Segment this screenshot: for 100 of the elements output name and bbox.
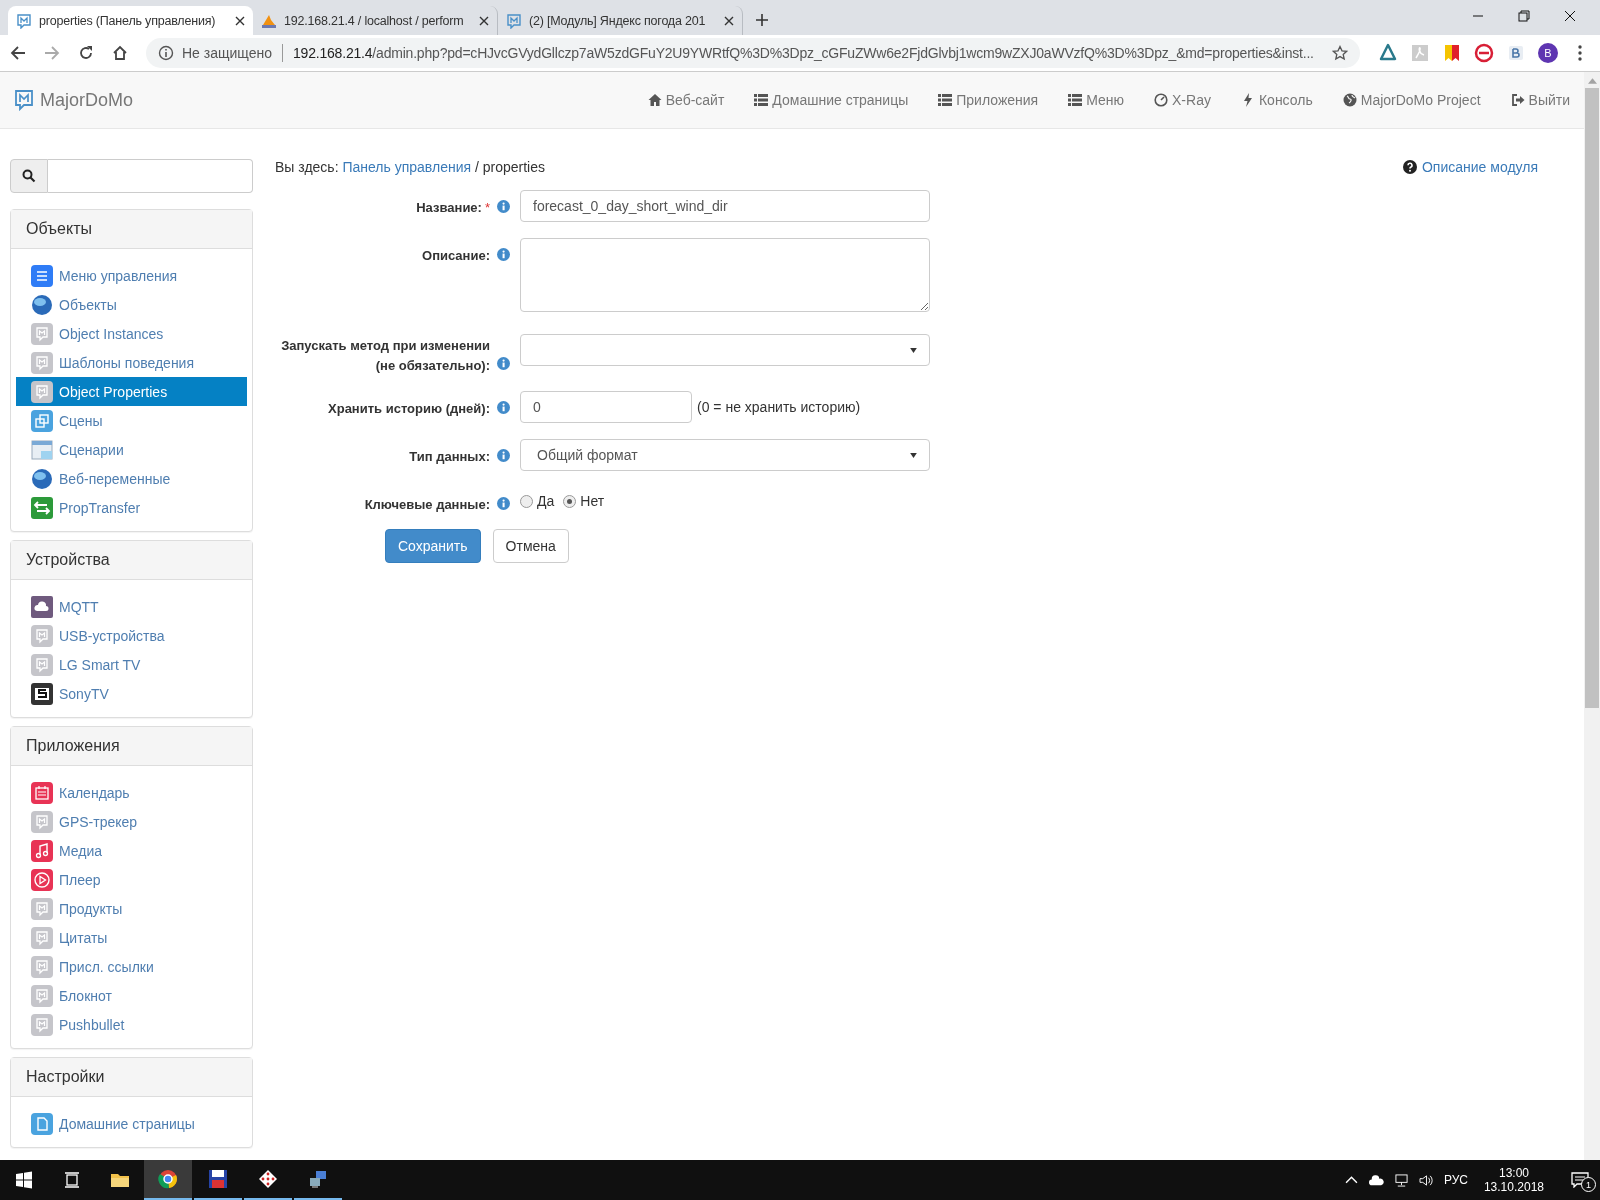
cloud-icon (31, 595, 53, 618)
breadcrumb-link[interactable]: Панель управления (342, 159, 472, 175)
info-icon[interactable] (497, 496, 510, 510)
sidebar-item[interactable]: Pushbullet (16, 1010, 247, 1039)
dropdown[interactable]: Общий формат (520, 439, 930, 471)
browser-tab[interactable]: properties (Панель управления) (8, 6, 253, 35)
sidebar-item[interactable]: GPS-трекер (16, 807, 247, 836)
browser-icon[interactable] (158, 1169, 178, 1189)
module-icon (31, 984, 53, 1007)
radio-button[interactable] (563, 494, 577, 508)
vk-icon[interactable] (1506, 43, 1526, 63)
nav-link[interactable]: Веб-сайт (647, 92, 725, 108)
arrows-icon (31, 496, 53, 519)
info-icon[interactable] (497, 448, 510, 462)
description-field[interactable] (520, 238, 930, 312)
nav-link[interactable]: Приложения (938, 92, 1039, 108)
extension-icon[interactable] (1378, 43, 1398, 63)
info-icon[interactable] (497, 357, 510, 370)
sidebar-item[interactable]: MQTT (16, 592, 247, 621)
close-icon[interactable] (1564, 10, 1576, 22)
history-days-field[interactable]: 0 (520, 391, 692, 423)
task-view-icon[interactable] (62, 1170, 82, 1190)
scrollbar-thumb[interactable] (1585, 88, 1599, 708)
restore-icon[interactable] (1518, 10, 1530, 22)
sidebar-item[interactable]: Присл. ссылки (16, 952, 247, 981)
cloud-icon[interactable] (1368, 1173, 1384, 1187)
clock-date[interactable]: 13.10.2018 (1483, 1180, 1544, 1194)
dice-icon[interactable] (258, 1169, 278, 1189)
sidebar-item[interactable]: Веб-переменные (16, 464, 247, 493)
close-icon[interactable] (235, 15, 245, 26)
nav-link[interactable]: X-Ray (1154, 92, 1211, 108)
cancel-button[interactable]: Отмена (492, 528, 569, 563)
save-button[interactable]: Сохранить (385, 528, 481, 563)
name-field[interactable]: forecast_0_day_short_wind_dir (520, 190, 930, 222)
notification-count: 1 (1581, 1177, 1596, 1192)
help-link[interactable]: Описание модуля (1402, 159, 1538, 175)
scrollbar[interactable] (1584, 72, 1600, 1160)
sidebar-item[interactable]: Object Instances (16, 319, 247, 348)
star-icon[interactable] (1332, 45, 1348, 61)
sidebar-item[interactable]: SonyTV (16, 679, 247, 708)
home-icon[interactable] (112, 45, 128, 61)
sidebar-item[interactable]: Продукты (16, 894, 247, 923)
windows-start-icon[interactable] (14, 1170, 34, 1190)
sidebar-item[interactable]: LG Smart TV (16, 650, 247, 679)
radio-button[interactable] (520, 494, 533, 508)
field-hint: (0 = не хранить историю) (697, 399, 861, 415)
field-label: Название: (416, 199, 482, 217)
list-icon (1068, 93, 1083, 107)
menu-icon (31, 264, 53, 287)
nav-link[interactable]: MajorDoMo Project (1342, 92, 1481, 108)
calendar-icon (31, 781, 53, 804)
sidebar-item[interactable]: Плеер (16, 865, 247, 894)
sidebar-item[interactable]: Сцены (16, 406, 247, 435)
nav-link[interactable]: Домашние страницы (754, 92, 909, 108)
sidebar-item[interactable]: Шаблоны поведения (16, 348, 247, 377)
sidebar-item[interactable]: Объекты (16, 290, 247, 319)
new-tab-icon[interactable] (755, 13, 769, 27)
bookmark-icon[interactable] (1442, 43, 1462, 63)
nav-link[interactable]: Выйти (1510, 92, 1570, 108)
sidebar-item[interactable]: USB-устройства (16, 621, 247, 650)
reload-icon[interactable] (78, 45, 94, 61)
sidebar-item[interactable]: Календарь (16, 778, 247, 807)
browser-tab[interactable]: (2) [Модуль] Яндекс погода 201 (498, 6, 743, 35)
radio-label: Нет (580, 493, 605, 509)
brand-name[interactable]: MajorDoMo (40, 89, 134, 111)
clock-time[interactable]: 13:00 (1498, 1166, 1529, 1180)
sidebar-item[interactable]: Сценарии (16, 435, 247, 464)
layers-icon (31, 409, 53, 432)
profile-avatar[interactable]: B (1538, 43, 1558, 63)
info-icon[interactable] (497, 247, 510, 261)
notification-icon[interactable] (1571, 1172, 1589, 1188)
info-icon[interactable] (497, 199, 510, 213)
field-label: Запускать метод при изменении (не обязательно): (280, 337, 490, 375)
search-field[interactable] (48, 159, 253, 193)
browser-tab[interactable]: 192.168.21.4 / localhost / perform (253, 6, 498, 35)
back-arrow-icon[interactable] (10, 45, 26, 61)
sidebar-item[interactable]: Медиа (16, 836, 247, 865)
nav-link[interactable]: Меню (1068, 92, 1125, 108)
volume-icon[interactable] (1418, 1173, 1434, 1187)
sidebar-item[interactable]: Блокнот (16, 981, 247, 1010)
language-indicator[interactable]: РУС (1443, 1173, 1468, 1187)
info-icon[interactable] (497, 400, 510, 414)
nav-link[interactable]: Консоль (1240, 92, 1313, 108)
sign-out-icon (1510, 93, 1525, 107)
sidebar-item[interactable]: Цитаты (16, 923, 247, 952)
info-icon (158, 45, 174, 61)
sidebar-item[interactable]: Домашние страницы (16, 1109, 247, 1138)
list-icon (938, 93, 953, 107)
close-icon[interactable] (479, 15, 489, 26)
help-icon (1402, 160, 1417, 174)
network-icon[interactable] (1393, 1173, 1409, 1187)
sidebar-item[interactable]: PropTransfer (16, 493, 247, 522)
close-icon[interactable] (724, 15, 734, 26)
sidebar-item[interactable]: Меню управления (16, 261, 247, 290)
search-addon[interactable] (10, 159, 48, 193)
network-computer-icon[interactable] (308, 1169, 328, 1189)
extension-icon[interactable] (1474, 43, 1494, 63)
sidebar-item[interactable]: Object Properties (16, 377, 247, 406)
address-field[interactable]: Не защищено 192.168.21.4/admin.php?pd=cHJvcGVydGllczp7aW5zdGFuY2U9YWRtfQ%3D%3Dpz_cGFuZWw6e2FjdGlvbj1wcm9wZXJ0aWVzfQ%3D%3Dpz_&md=properties&inst... (146, 38, 1360, 68)
search-icon (22, 169, 36, 183)
